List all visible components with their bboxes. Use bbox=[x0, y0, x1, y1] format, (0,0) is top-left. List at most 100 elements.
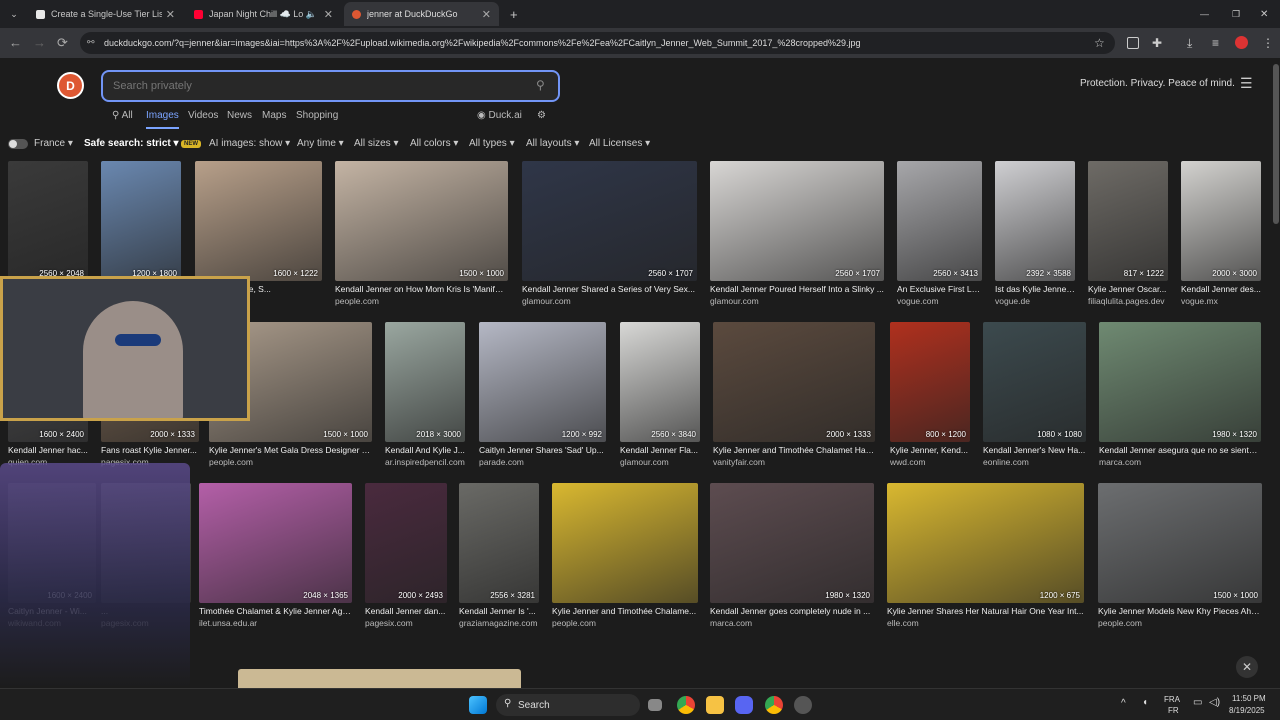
result-title[interactable]: Kendall Jenner on How Mom Kris Is 'Manif… bbox=[335, 284, 508, 294]
type-filter[interactable]: All types ▾ bbox=[469, 138, 515, 149]
result-source[interactable]: glamour.com bbox=[522, 296, 697, 306]
result-thumbnail[interactable] bbox=[199, 483, 352, 603]
safe-search-filter[interactable]: Safe search: strict ▾ bbox=[84, 138, 179, 149]
layout-filter[interactable]: All layouts ▾ bbox=[526, 138, 579, 149]
result-title[interactable]: Kendall Jenner asegura que no se siente … bbox=[1099, 445, 1261, 455]
lang-top[interactable]: FRA bbox=[1164, 695, 1180, 704]
size-filter[interactable]: All sizes ▾ bbox=[354, 138, 398, 149]
microphone-icon[interactable]: ◖ bbox=[1142, 697, 1148, 708]
image-result-card[interactable]: 2556 × 3281 Kendall Jenner Is '... graziam… bbox=[459, 483, 539, 633]
scrollbar-thumb[interactable] bbox=[1273, 64, 1279, 224]
time-filter[interactable]: Any time ▾ bbox=[297, 138, 344, 149]
hamburger-menu-icon[interactable]: ☰ bbox=[1240, 75, 1253, 92]
tab-shopping[interactable]: Shopping bbox=[296, 110, 338, 121]
network-icon[interactable]: ▭ bbox=[1193, 697, 1202, 708]
result-title[interactable]: Kylie Jenner and Timothée Chalame... bbox=[552, 606, 698, 616]
result-title[interactable]: Caitlyn Jenner Shares 'Sad' Up... bbox=[479, 445, 606, 455]
result-source[interactable]: glamour.com bbox=[710, 296, 884, 306]
result-thumbnail[interactable] bbox=[887, 483, 1084, 603]
scrollbar[interactable] bbox=[1272, 58, 1280, 688]
settings-icon[interactable]: ⚙ bbox=[537, 110, 546, 121]
image-result-card[interactable]: 2560 × 3413 An Exclusive First Lo... vogue… bbox=[897, 161, 982, 311]
reload-icon[interactable]: ⟳ bbox=[57, 35, 68, 51]
result-source[interactable]: marca.com bbox=[1099, 457, 1261, 467]
result-source[interactable]: people.com bbox=[335, 296, 508, 306]
image-result-card[interactable]: 1500 × 1000 Kylie Jenner Models New Khy P… bbox=[1098, 483, 1262, 633]
close-tab-icon[interactable]: ✕ bbox=[324, 8, 333, 21]
clock-time[interactable]: 11:50 PM bbox=[1232, 694, 1266, 703]
close-icon[interactable]: ✕ bbox=[1236, 656, 1258, 678]
result-thumbnail[interactable] bbox=[710, 483, 874, 603]
windows-start-icon[interactable] bbox=[469, 696, 487, 714]
result-thumbnail[interactable] bbox=[995, 161, 1075, 281]
chrome-icon[interactable] bbox=[677, 696, 695, 714]
result-thumbnail[interactable] bbox=[983, 322, 1086, 442]
back-icon[interactable]: ← bbox=[9, 35, 22, 50]
new-tab-button[interactable]: + bbox=[502, 2, 522, 26]
result-source[interactable]: vogue.com bbox=[897, 296, 982, 306]
result-title[interactable]: An Exclusive First Lo... bbox=[897, 284, 982, 294]
result-title[interactable]: Kendall And Kylie J... bbox=[385, 445, 465, 455]
image-result-card[interactable]: 800 × 1200 Kylie Jenner, Kend... wwd.com bbox=[890, 322, 970, 472]
result-thumbnail[interactable] bbox=[713, 322, 875, 442]
image-result-card[interactable]: 1980 × 1320 Kendall Jenner goes completel… bbox=[710, 483, 874, 633]
image-result-card[interactable]: 817 × 1222 Kylie Jenner Oscar... filiaqlul… bbox=[1088, 161, 1168, 311]
forward-icon[interactable]: → bbox=[33, 35, 46, 50]
tab-duckduckgo[interactable]: jenner at DuckDuckGo ✕ bbox=[344, 2, 499, 26]
extension-duck-icon[interactable] bbox=[1127, 37, 1139, 49]
close-tab-icon[interactable]: ✕ bbox=[166, 8, 175, 21]
image-result-card[interactable]: 1200 × 675 Kylie Jenner Shares Her Natura… bbox=[887, 483, 1084, 633]
image-result-card[interactable]: 2560 × 1707 Kendall Jenner Shared a Serie… bbox=[522, 161, 697, 311]
download-icon[interactable]: ⤓ bbox=[1187, 36, 1192, 51]
result-source[interactable]: filiaqlulita.pages.dev bbox=[1088, 296, 1168, 306]
result-title[interactable]: Kendall Jenner hac... bbox=[8, 445, 88, 455]
result-source[interactable]: people.com bbox=[1098, 618, 1262, 628]
result-source[interactable]: graziamagazine.com bbox=[459, 618, 539, 628]
result-title[interactable]: Kylie Jenner and Timothée Chalamet Hav..… bbox=[713, 445, 875, 455]
result-source[interactable]: vogue.mx bbox=[1181, 296, 1261, 306]
result-title[interactable]: Kendall Jenner goes completely nude in .… bbox=[710, 606, 874, 616]
result-thumbnail[interactable] bbox=[897, 161, 982, 281]
result-thumbnail[interactable] bbox=[385, 322, 465, 442]
region-filter[interactable]: France ▾ bbox=[34, 138, 73, 149]
lang-bottom[interactable]: FR bbox=[1168, 706, 1179, 715]
result-title[interactable]: Timothée Chalamet & Kylie Jenner Age ... bbox=[199, 606, 352, 616]
restore-button[interactable]: ❐ bbox=[1224, 2, 1248, 26]
window-close-button[interactable]: ✕ bbox=[1252, 2, 1276, 26]
result-thumbnail[interactable] bbox=[1098, 483, 1262, 603]
volume-icon[interactable]: ◁) bbox=[1209, 697, 1220, 708]
result-thumbnail[interactable] bbox=[710, 161, 884, 281]
image-result-card[interactable]: 2560 × 3840 Kendall Jenner Fla... glamour.… bbox=[620, 322, 700, 472]
image-result-card[interactable]: 1500 × 1000 Kendall Jenner on How Mom Kri… bbox=[335, 161, 508, 311]
result-thumbnail[interactable] bbox=[479, 322, 606, 442]
tab-tier-list[interactable]: Create a Single-Use Tier List (Pr ✕ bbox=[28, 2, 183, 26]
result-title[interactable]: Kylie Jenner Oscar... bbox=[1088, 284, 1168, 294]
result-source[interactable]: vogue.de bbox=[995, 296, 1075, 306]
result-thumbnail[interactable] bbox=[195, 161, 322, 281]
result-title[interactable]: Ist das Kylie Jenner... bbox=[995, 284, 1075, 294]
tab-all[interactable]: ⚲ All bbox=[112, 110, 133, 121]
taskbar-search[interactable]: ⚲ Search bbox=[496, 694, 640, 716]
file-explorer-icon[interactable] bbox=[706, 696, 724, 714]
result-title[interactable]: Kendall Jenner dan... bbox=[365, 606, 447, 616]
task-view-icon[interactable] bbox=[648, 699, 662, 711]
tab-videos[interactable]: Videos bbox=[188, 110, 218, 121]
image-result-card[interactable]: 1080 × 1080 Kendall Jenner's New Ha... eon… bbox=[983, 322, 1086, 472]
result-source[interactable]: vanityfair.com bbox=[713, 457, 875, 467]
result-title[interactable]: Kylie Jenner Models New Khy Pieces Ahe..… bbox=[1098, 606, 1262, 616]
discord-icon[interactable] bbox=[735, 696, 753, 714]
image-result-card[interactable]: 2000 × 2493 Kendall Jenner dan... pagesix.… bbox=[365, 483, 447, 633]
tab-images[interactable]: Images bbox=[146, 110, 179, 129]
bookmark-star-icon[interactable]: ☆ bbox=[1094, 36, 1105, 50]
app-icon[interactable] bbox=[794, 696, 812, 714]
minimize-button[interactable]: — bbox=[1192, 2, 1217, 26]
result-thumbnail[interactable] bbox=[620, 322, 700, 442]
result-source[interactable]: parade.com bbox=[479, 457, 606, 467]
image-result-card[interactable]: Kylie Jenner and Timothée Chalame... peop… bbox=[552, 483, 698, 633]
result-thumbnail[interactable] bbox=[890, 322, 970, 442]
result-title[interactable]: Kendall Jenner Shared a Series of Very S… bbox=[522, 284, 697, 294]
show-hidden-icons-icon[interactable]: ^ bbox=[1121, 698, 1126, 709]
result-title[interactable]: Kylie Jenner Shares Her Natural Hair One… bbox=[887, 606, 1084, 616]
result-source[interactable]: wwd.com bbox=[890, 457, 970, 467]
image-result-card[interactable]: 1980 × 1320 Kendall Jenner asegura que no… bbox=[1099, 322, 1261, 472]
